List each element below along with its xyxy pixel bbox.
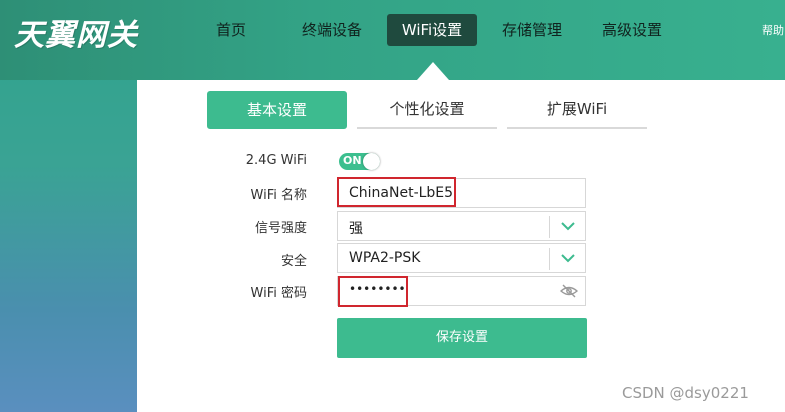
security-value: WPA2-PSK (349, 250, 421, 266)
security-label: 安全 (280, 254, 307, 269)
toggle-knob (363, 153, 380, 170)
hide-password-icon[interactable] (560, 284, 578, 298)
ssid-highlight-box (337, 177, 456, 207)
signal-label: 信号强度 (254, 221, 307, 236)
nav-item-wifi-settings[interactable]: WiFi设置 (387, 14, 477, 46)
tab-extend-wifi[interactable]: 扩展WiFi (507, 91, 647, 129)
watermark: CSDN @dsy0221 (622, 384, 749, 402)
nav-item-home[interactable]: 首页 (203, 14, 259, 46)
top-bar: 天翼网关 首页 终端设备 WiFi设置 存储管理 高级设置 帮助 (0, 0, 785, 80)
ssid-label: WiFi 名称 (250, 188, 307, 203)
toggle-on-text: ON (343, 154, 362, 167)
nav-item-advanced[interactable]: 高级设置 (590, 14, 674, 46)
password-label: WiFi 密码 (250, 286, 307, 301)
tab-basic-settings[interactable]: 基本设置 (207, 91, 347, 129)
select-divider (549, 248, 550, 270)
nav-item-devices[interactable]: 终端设备 (291, 14, 373, 46)
chevron-down-icon[interactable] (560, 219, 576, 233)
signal-select[interactable]: 强 (337, 211, 586, 241)
brand-logo: 天翼网关 (14, 18, 138, 53)
chevron-down-icon[interactable] (560, 251, 576, 265)
wifi24-toggle[interactable]: ON (339, 153, 380, 170)
tab-personalization[interactable]: 个性化设置 (357, 91, 497, 129)
wifi24-label: 2.4G WiFi (245, 153, 307, 168)
nav-item-storage[interactable]: 存储管理 (490, 14, 574, 46)
active-nav-caret (417, 62, 449, 80)
select-divider (549, 216, 550, 238)
security-select[interactable]: WPA2-PSK (337, 243, 586, 273)
signal-value: 强 (349, 221, 363, 237)
help-link[interactable]: 帮助 (762, 22, 784, 38)
save-settings-button[interactable]: 保存设置 (337, 318, 587, 358)
password-highlight-box (338, 276, 408, 307)
